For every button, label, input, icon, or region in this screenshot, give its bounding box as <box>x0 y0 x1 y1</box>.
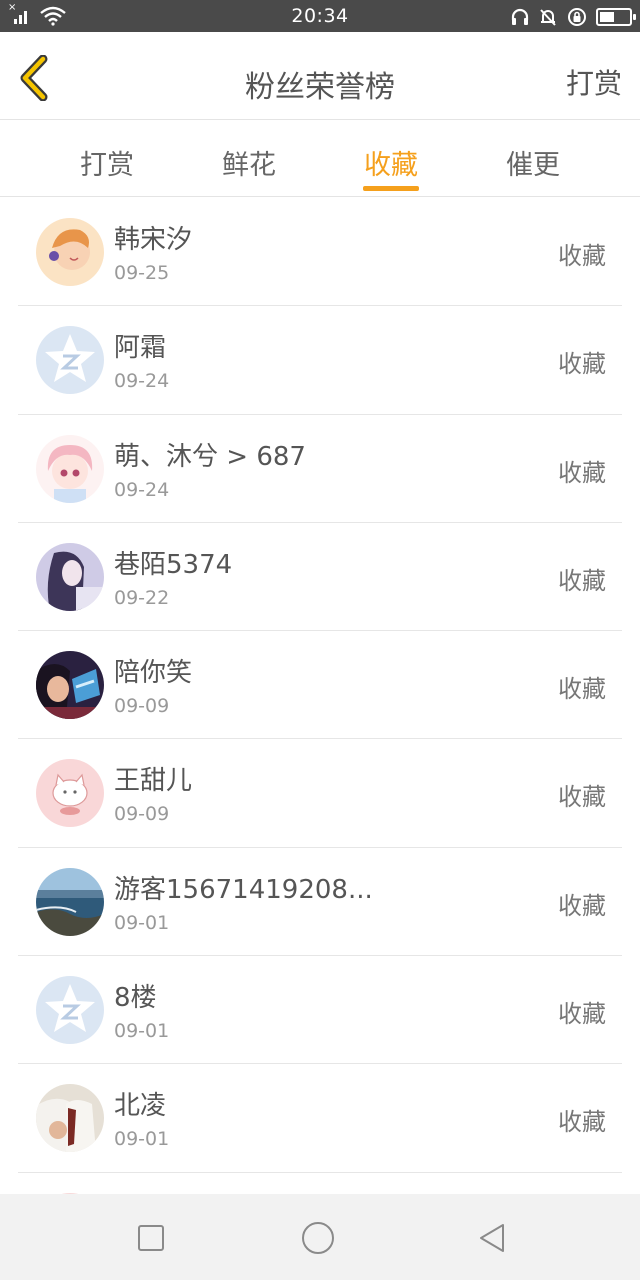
fan-date: 09-01 <box>114 1128 170 1151</box>
avatar <box>36 542 104 611</box>
fan-name: 阿霜 <box>114 333 167 364</box>
fan-name: 北凌 <box>114 1091 167 1122</box>
tab-reward[interactable]: 打赏 <box>36 121 178 197</box>
favorite-label: 收藏 <box>558 783 606 812</box>
favorite-label: 收藏 <box>558 242 606 270</box>
avatar <box>36 1084 104 1153</box>
avatar <box>36 867 104 936</box>
recent-apps-button[interactable] <box>133 1220 169 1256</box>
fan-date: 09-09 <box>114 695 170 718</box>
fan-date: 09-24 <box>114 370 170 393</box>
avatar <box>36 326 104 395</box>
square-icon <box>138 1225 164 1251</box>
fan-list: 韩宋汐 09-25 收藏 阿霜 09-24 收藏 萌、沐兮 > 687 09-2… <box>0 198 640 1194</box>
list-item[interactable]: 王甜儿 09-09 收藏 <box>18 739 622 848</box>
list-item[interactable]: 韩宋汐 09-25 收藏 <box>18 198 622 307</box>
avatar <box>36 434 104 503</box>
fan-name: 8楼 <box>114 983 157 1014</box>
fan-name: 游客15671419208... <box>114 874 373 905</box>
fan-date: 09-24 <box>114 478 170 501</box>
avatar <box>36 759 104 828</box>
list-item[interactable]: 陪你笑 09-09 收藏 <box>18 631 622 740</box>
status-bar: × 20:34 <box>0 0 640 32</box>
fan-date: 09-22 <box>114 586 170 609</box>
fan-date: 09-09 <box>114 803 170 826</box>
list-item[interactable]: 萌、沐兮 > 687 09-24 收藏 <box>18 415 622 523</box>
home-button[interactable] <box>300 1220 336 1256</box>
favorite-label: 收藏 <box>558 458 606 487</box>
list-item[interactable]: 游客15671419208... 09-01 收藏 <box>18 848 622 957</box>
tab-urge-update[interactable]: 催更 <box>462 121 604 197</box>
list-item[interactable] <box>18 1173 622 1194</box>
list-item[interactable]: 8楼 09-01 收藏 <box>18 956 622 1065</box>
fan-name: 陪你笑 <box>114 658 193 689</box>
fan-date: 09-25 <box>114 262 170 284</box>
back-nav-button[interactable] <box>474 1220 510 1256</box>
list-item[interactable]: 阿霜 09-24 收藏 <box>18 306 622 415</box>
favorite-label: 收藏 <box>558 891 606 920</box>
tab-favorites[interactable]: 收藏 <box>320 121 462 197</box>
list-item[interactable]: 北凌 09-01 收藏 <box>18 1064 622 1173</box>
favorite-label: 收藏 <box>558 675 606 704</box>
fan-name: 巷陌5374 <box>114 549 233 580</box>
favorite-label: 收藏 <box>558 1108 606 1137</box>
circle-icon <box>302 1222 334 1254</box>
fan-name: 韩宋汐 <box>114 225 193 255</box>
avatar <box>36 218 104 286</box>
system-navigation-bar <box>0 1194 640 1280</box>
battery-icon <box>596 8 636 26</box>
mute-bell-icon <box>540 9 556 26</box>
favorite-label: 收藏 <box>558 350 606 379</box>
tab-flowers[interactable]: 鲜花 <box>178 121 320 197</box>
fan-name: 王甜儿 <box>114 766 193 797</box>
rotation-lock-icon <box>568 8 586 26</box>
header-bar: 粉丝荣誉榜 打赏 <box>0 32 640 120</box>
avatar <box>36 651 104 720</box>
favorite-label: 收藏 <box>558 566 606 595</box>
headphones-icon <box>511 8 529 25</box>
page-title: 粉丝荣誉榜 <box>245 70 395 105</box>
avatar <box>36 976 104 1045</box>
list-item[interactable]: 巷陌5374 09-22 收藏 <box>18 523 622 632</box>
favorite-label: 收藏 <box>558 1000 606 1029</box>
fan-name: 萌、沐兮 > 687 <box>114 441 306 472</box>
reward-button[interactable]: 打赏 <box>566 62 622 102</box>
triangle-back-icon <box>480 1224 504 1252</box>
fan-date: 09-01 <box>114 1020 170 1043</box>
tab-bar: 打赏 鲜花 收藏 催更 <box>0 121 640 197</box>
fan-date: 09-01 <box>114 911 170 934</box>
